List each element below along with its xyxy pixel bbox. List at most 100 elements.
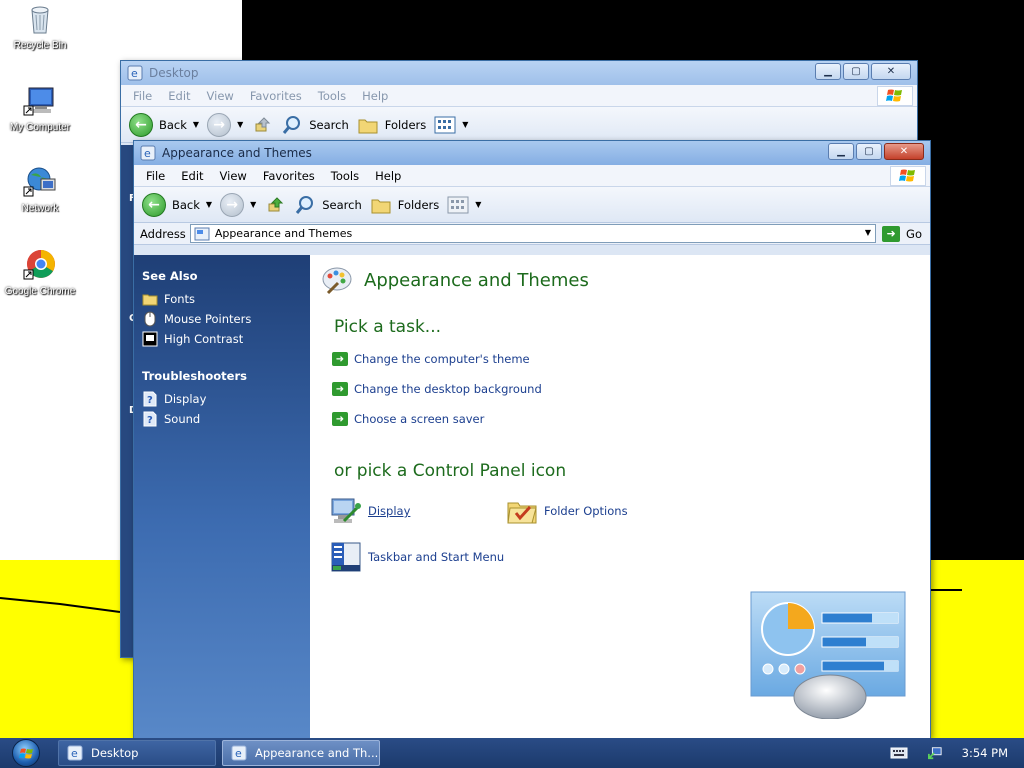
menu-file[interactable]: File	[125, 89, 160, 103]
title-bar[interactable]: e Desktop ▁ ▢ ✕	[121, 61, 917, 85]
views-button[interactable]: ▼	[447, 194, 481, 216]
mouse-icon	[142, 311, 158, 327]
views-button[interactable]: ▼	[434, 114, 468, 136]
forward-button[interactable]: → ▼	[207, 112, 243, 137]
task-label: Change the desktop background	[354, 382, 542, 396]
sidebar-item-label: High Contrast	[164, 332, 244, 346]
menu-favorites[interactable]: Favorites	[255, 169, 323, 183]
title-bar[interactable]: e Appearance and Themes ▁ ▢ ✕	[134, 141, 930, 165]
explorer-window-appearance[interactable]: e Appearance and Themes ▁ ▢ ✕ File Edit …	[133, 140, 931, 738]
menu-favorites[interactable]: Favorites	[242, 89, 310, 103]
address-input[interactable]: Appearance and Themes ▼	[189, 224, 877, 243]
taskbar: e Desktop e Appearance and Th... 3:54 PM	[0, 738, 1024, 768]
cp-icon-display[interactable]: Display	[330, 495, 410, 527]
back-button[interactable]: ← Back ▼	[142, 192, 212, 217]
clock[interactable]: 3:54 PM	[962, 746, 1008, 760]
chevron-down-icon[interactable]: ▼	[206, 200, 212, 209]
task-pane: See Also Fonts Mouse Pointers High Contr…	[134, 255, 310, 738]
up-folder-icon	[251, 114, 273, 136]
folders-label: Folders	[384, 117, 427, 132]
search-icon	[281, 114, 303, 136]
chevron-down-icon[interactable]: ▼	[462, 120, 468, 129]
up-button[interactable]	[251, 114, 273, 136]
task-link-screen-saver[interactable]: ➜ Choose a screen saver	[332, 412, 484, 426]
sidebar-item-mouse-pointers[interactable]: Mouse Pointers	[142, 311, 302, 327]
forward-button[interactable]: → ▼	[220, 192, 256, 217]
appearance-themes-icon	[320, 263, 354, 297]
menu-view[interactable]: View	[212, 169, 255, 183]
menu-help[interactable]: Help	[367, 169, 409, 183]
chevron-down-icon[interactable]: ▼	[193, 120, 199, 129]
toolbar: ← Back ▼ → ▼ Search Folders ▼	[134, 187, 930, 223]
chevron-down-icon[interactable]: ▼	[475, 200, 481, 209]
folders-icon	[357, 114, 379, 136]
ie-icon: e	[127, 65, 143, 81]
network-status-icon[interactable]	[926, 746, 944, 760]
start-button[interactable]	[0, 738, 52, 768]
svg-text:?: ?	[147, 415, 153, 426]
svg-text:e: e	[144, 147, 151, 160]
sidebar-item-high-contrast[interactable]: High Contrast	[142, 331, 302, 347]
menu-file[interactable]: File	[138, 169, 173, 183]
computer-icon	[23, 84, 57, 118]
help-icon: ?	[142, 391, 158, 407]
minimize-button[interactable]: ▁	[828, 143, 854, 160]
sidebar-item-fonts[interactable]: Fonts	[142, 291, 302, 307]
close-button[interactable]: ✕	[884, 143, 924, 160]
svg-text:?: ?	[147, 395, 153, 406]
menu-tools[interactable]: Tools	[323, 169, 367, 183]
chevron-down-icon[interactable]: ▼	[865, 228, 871, 237]
forward-arrow-icon: →	[220, 192, 245, 217]
pick-icon-heading: or pick a Control Panel icon	[334, 461, 567, 481]
troubleshooters-heading: Troubleshooters	[142, 369, 247, 383]
search-button[interactable]: Search	[281, 114, 349, 136]
window-title: Desktop	[149, 66, 199, 80]
task-label: Choose a screen saver	[354, 412, 485, 426]
sidebar-item-display[interactable]: ? Display	[142, 391, 302, 407]
taskbar-button-appearance[interactable]: e Appearance and Th...	[222, 740, 380, 766]
system-tray: 3:54 PM	[890, 738, 1024, 768]
cp-icon-label: Display	[368, 504, 411, 518]
menu-edit[interactable]: Edit	[173, 169, 211, 183]
go-button[interactable]: ➜ Go	[882, 225, 922, 242]
minimize-button[interactable]: ▁	[815, 63, 841, 80]
up-button[interactable]	[264, 194, 286, 216]
chevron-down-icon[interactable]: ▼	[237, 120, 243, 129]
cp-icon-label: Taskbar and Start Menu	[368, 550, 505, 564]
toolbar: ← Back ▼ → ▼ Search Folders ▼	[121, 107, 917, 143]
keyboard-icon[interactable]	[890, 746, 908, 760]
folders-label: Folders	[397, 197, 440, 212]
desktop-icon-my-computer[interactable]: My Computer	[0, 84, 80, 134]
folders-button[interactable]: Folders	[370, 194, 440, 216]
task-link-change-theme[interactable]: ➜ Change the computer's theme	[332, 352, 530, 366]
maximize-button[interactable]: ▢	[843, 63, 869, 80]
desktop-icon-recycle-bin[interactable]: Recycle Bin	[0, 2, 80, 52]
chrome-icon	[23, 248, 57, 282]
close-button[interactable]: ✕	[871, 63, 911, 80]
desktop-icon-network[interactable]: Network	[0, 165, 80, 215]
cp-icon-label: Folder Options	[544, 504, 628, 518]
go-arrow-icon: ➜	[882, 225, 901, 242]
menu-tools[interactable]: Tools	[310, 89, 354, 103]
task-link-change-background[interactable]: ➜ Change the desktop background	[332, 382, 542, 396]
menu-help[interactable]: Help	[354, 89, 396, 103]
maximize-button[interactable]: ▢	[856, 143, 882, 160]
menu-view[interactable]: View	[199, 89, 242, 103]
desktop-icon-google-chrome[interactable]: Google Chrome	[0, 248, 80, 298]
folders-button[interactable]: Folders	[357, 114, 427, 136]
chevron-down-icon[interactable]: ▼	[250, 200, 256, 209]
sidebar-item-label: Display	[164, 392, 207, 406]
forward-arrow-icon: →	[207, 112, 232, 137]
search-button[interactable]: Search	[294, 194, 362, 216]
cp-icon-taskbar-start-menu[interactable]: Taskbar and Start Menu	[330, 541, 504, 573]
folders-icon	[370, 194, 392, 216]
windows-logo-icon	[890, 166, 926, 186]
taskbar-button-desktop[interactable]: e Desktop	[58, 740, 216, 766]
menu-edit[interactable]: Edit	[160, 89, 198, 103]
cp-icon-folder-options[interactable]: Folder Options	[506, 495, 628, 527]
window-content: See Also Fonts Mouse Pointers High Contr…	[134, 255, 930, 738]
back-button[interactable]: ← Back ▼	[129, 112, 199, 137]
sidebar-item-sound[interactable]: ? Sound	[142, 411, 302, 427]
back-arrow-icon: ←	[142, 192, 166, 217]
control-panel-watermark-icon	[750, 591, 906, 720]
